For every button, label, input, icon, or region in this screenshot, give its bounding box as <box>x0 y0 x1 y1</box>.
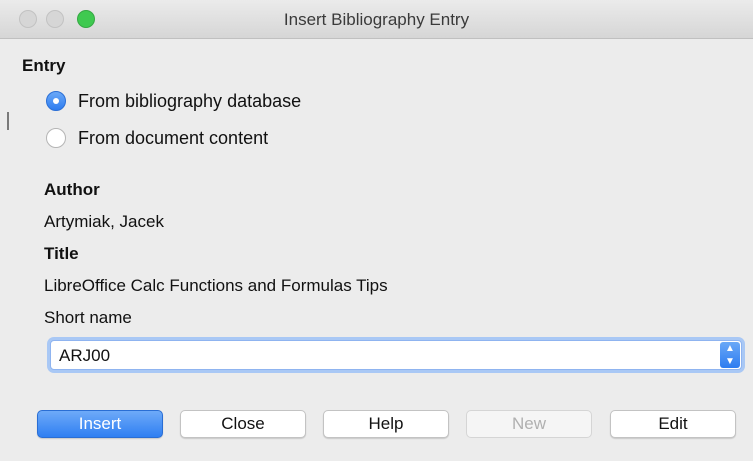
window-title: Insert Bibliography Entry <box>283 10 470 29</box>
edit-button[interactable]: Edit <box>610 410 736 438</box>
radio-unselected-icon[interactable] <box>46 128 66 148</box>
radio-selected-icon[interactable] <box>46 91 66 111</box>
edge-marker <box>7 112 9 130</box>
short-name-label: Short name <box>44 308 132 327</box>
entry-section-label: Entry <box>22 56 66 75</box>
author-label: Author <box>44 180 100 199</box>
short-name-combobox[interactable]: ARJ00 ▲ ▼ <box>50 340 742 370</box>
new-button: New <box>466 410 592 438</box>
radio-label: From bibliography database <box>78 90 302 111</box>
help-button[interactable]: Help <box>323 410 449 438</box>
close-button[interactable]: Close <box>180 410 306 438</box>
radio-label: From document content <box>78 127 269 148</box>
title-bar[interactable]: Insert Bibliography Entry <box>0 0 753 39</box>
short-name-value: ARJ00 <box>59 346 111 365</box>
radio-from-document-content[interactable]: From document content <box>46 125 268 151</box>
title-value: LibreOffice Calc Functions and Formulas … <box>44 276 388 295</box>
author-value: Artymiak, Jacek <box>44 212 164 231</box>
insert-bibliography-entry-dialog: Insert Bibliography Entry Entry From bib… <box>0 0 753 461</box>
radio-from-bibliography-database[interactable]: From bibliography database <box>46 88 301 114</box>
title-label: Title <box>44 244 79 263</box>
insert-button[interactable]: Insert <box>37 410 163 438</box>
updown-chevron-icon[interactable]: ▲ ▼ <box>720 342 740 368</box>
